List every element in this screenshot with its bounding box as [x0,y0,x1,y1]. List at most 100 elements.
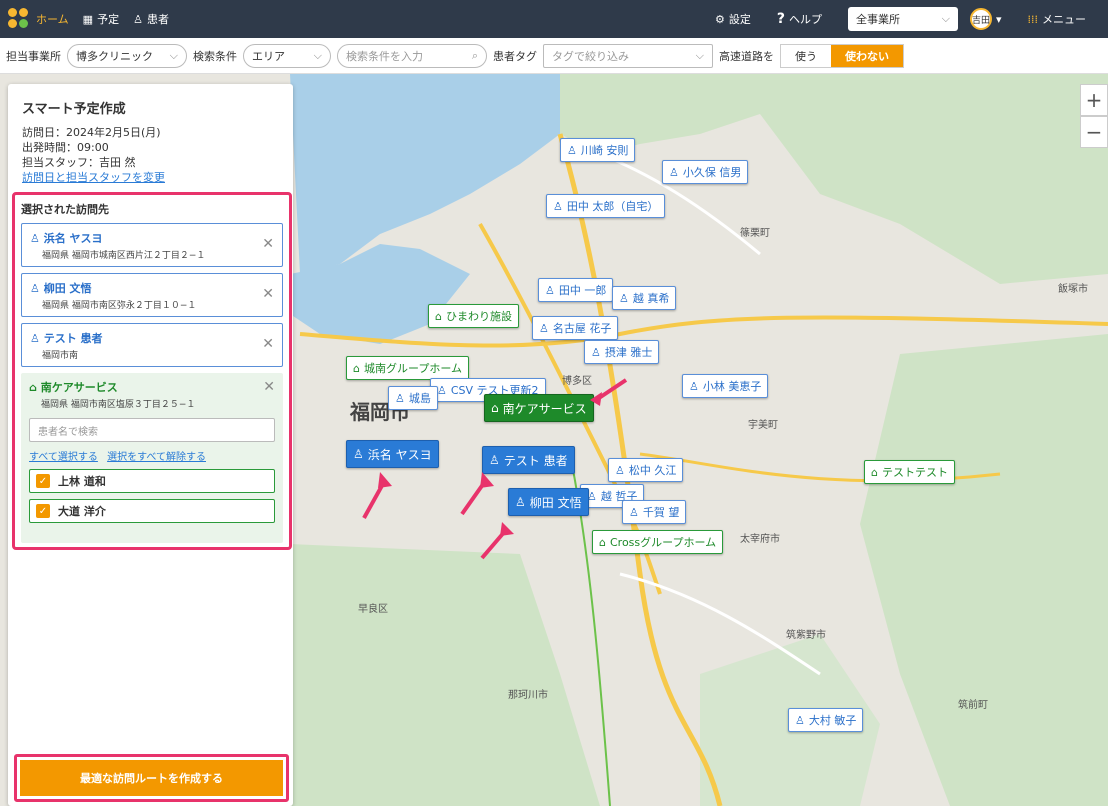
map-marker[interactable]: ♙ 大村 敏子 [788,708,864,732]
close-icon[interactable]: ✕ [262,236,274,252]
help-label: ヘルプ [788,13,822,26]
close-icon[interactable]: ✕ [263,379,275,395]
staff: 担当スタッフ：吉田 然 [22,156,136,169]
zoom-in-button[interactable]: + [1080,84,1108,116]
smart-schedule-panel: スマート予定作成 訪問日：2024年2月5日(月) 出発時間：09:00 担当ス… [8,84,293,806]
person-icon: ♙ [619,291,629,305]
person-icon: ♙ [591,345,601,359]
close-icon[interactable]: ✕ [262,286,274,302]
menu-label: メニュー [1042,13,1086,26]
marker-label: 松中 久江 [628,464,677,477]
map-marker[interactable]: ♙ 摂津 雅士 [584,340,660,364]
marker-label: 小久保 信男 [682,166,742,179]
marker-label: 大村 敏子 [808,714,857,727]
map-marker[interactable]: ⌂ 城南グループホーム [346,356,469,380]
map-marker[interactable]: ♙ 小林 美恵子 [682,374,769,398]
zoom-out-button[interactable]: − [1080,116,1108,148]
map-marker[interactable]: ♙ 田中 一郎 [538,278,614,302]
person-icon: ♙ [539,321,549,335]
nav-patient[interactable]: ♙ 患者 [133,11,169,27]
map-marker[interactable]: ⌂ ひまわり施設 [428,304,519,328]
map-marker[interactable]: ♙ 城島 [388,386,438,410]
settings-button[interactable]: ⚙ 設定 [715,11,751,27]
map-marker[interactable]: ♙ 川崎 安則 [560,138,636,162]
resident-checkbox[interactable]: ✓ 大道 洋介 [29,499,275,523]
map-marker[interactable]: ⌂ テストテスト [864,460,955,484]
change-visit-link[interactable]: 訪問日と担当スタッフを変更 [22,170,293,185]
help-icon: ? [776,11,785,27]
map-marker[interactable]: ♙ 越 真希 [612,286,677,310]
map-marker-selected[interactable]: ♙ テスト 患者 [482,446,575,474]
person-icon: ♙ [30,332,44,345]
person-icon: ♙ [553,199,563,213]
map-marker[interactable]: ♙ 千賀 望 [622,500,687,524]
user-menu[interactable]: 吉田 ▾ [969,8,1002,30]
menu-button[interactable]: ⁞⁞⁞ メニュー [1028,11,1087,27]
search-type-select[interactable]: エリア ⌵ [243,43,331,68]
person-icon: ♙ [30,232,44,245]
person-icon: ♙ [669,165,679,179]
patient-card: ♙ テスト 患者 福岡市南 ✕ [21,323,283,367]
person-icon: ♙ [30,282,44,295]
map-label-kasuya: 篠栗町 [740,228,770,239]
office-label: 担当事業所 [6,49,61,63]
close-icon[interactable]: ✕ [262,336,274,352]
marker-label: 摂津 雅士 [604,346,653,359]
office-filter[interactable]: 博多クリニック ⌵ [67,43,187,68]
tag-label: 患者タグ [493,49,537,63]
office-filter-value: 博多クリニック [76,49,153,63]
highway-nouse-button[interactable]: 使わない [831,44,903,67]
marker-label: テスト 患者 [503,453,568,468]
checkmark-icon: ✓ [36,504,50,518]
map-marker-selected[interactable]: ♙ 浜名 ヤスヨ [346,440,439,468]
map-marker[interactable]: ♙ 松中 久江 [608,458,684,482]
selected-destinations: 選択された訪問先 ♙ 浜名 ヤスヨ 福岡県 福岡市城南区西片江２丁目２−１ ✕ … [12,192,292,550]
visit-date: 訪問日：2024年2月5日(月) [22,126,161,139]
create-route-button[interactable]: 最適な訪問ルートを作成する [20,760,283,796]
person-icon: ♙ [133,12,143,26]
map-marker-selected[interactable]: ⌂ 南ケアサービス [484,394,594,422]
patient-address: 福岡県 福岡市城南区西片江２丁目２−１ [42,251,206,261]
patient-card: ♙ 浜名 ヤスヨ 福岡県 福岡市城南区西片江２丁目２−１ ✕ [21,223,283,267]
grid-icon: ⁞⁞⁞ [1027,12,1039,26]
search-icon: ⌕ [471,48,478,62]
map-label-chikushino: 筑紫野市 [786,630,826,641]
patient-address: 福岡県 福岡市南区弥永２丁目１０−１ [42,301,197,311]
map-marker[interactable]: ♙ 小久保 信男 [662,160,749,184]
search-input[interactable]: 検索条件を入力 ⌕ [337,43,487,68]
map-label-umi: 宇美町 [748,420,778,431]
chevron-down-icon: ⌵ [169,48,178,62]
map-marker-selected[interactable]: ♙ 柳田 文悟 [508,488,589,516]
map-label-dazaifu: 太宰府市 [740,534,780,545]
marker-label: 越 真希 [632,292,670,305]
office-select-value: 全事業所 [855,13,900,26]
select-all-link[interactable]: すべて選択する [29,452,98,463]
help-button[interactable]: ? ヘルプ [777,11,822,27]
deselect-all-link[interactable]: 選択をすべて解除する [107,452,206,463]
person-icon: ♙ [437,383,447,397]
logo-icon [8,8,30,30]
map-marker[interactable]: ⌂ Crossグループホーム [592,530,724,554]
marker-label: 川崎 安則 [580,144,629,157]
search-type-value: エリア [252,49,285,63]
highway-use-button[interactable]: 使う [781,45,831,67]
resident-search-input[interactable]: 患者名で検索 [29,418,275,442]
person-icon: ♙ [515,495,526,509]
map-label-chikuzen: 筑前町 [958,700,988,711]
resident-checkbox[interactable]: ✓ 上林 道和 [29,469,275,493]
person-icon: ♙ [689,379,699,393]
map-label-iizuka: 飯塚市 [1058,284,1088,295]
office-select[interactable]: 全事業所 ⌵ [847,7,958,31]
nav-patient-label: 患者 [146,13,169,26]
map-marker[interactable]: ♙ 名古屋 花子 [532,316,619,340]
facility-icon: ⌂ [491,401,499,415]
marker-label: 南ケアサービス [502,401,587,416]
facility-icon: ⌂ [29,381,41,394]
map-marker[interactable]: ♙ 田中 太郎（自宅） [546,194,666,218]
nav-schedule[interactable]: ▦ 予定 [83,11,119,27]
filter-bar: 担当事業所 博多クリニック ⌵ 検索条件 エリア ⌵ 検索条件を入力 ⌕ 患者タ… [0,38,1108,74]
tag-placeholder: タグで絞り込み [552,49,629,63]
nav-home[interactable]: ホーム [8,8,69,30]
tag-select[interactable]: タグで絞り込み ⌵ [543,43,713,68]
top-bar: ホーム ▦ 予定 ♙ 患者 ⚙ 設定 ? ヘルプ 全事業所 ⌵ 吉田 ▾ ⁞⁞⁞… [0,0,1108,38]
